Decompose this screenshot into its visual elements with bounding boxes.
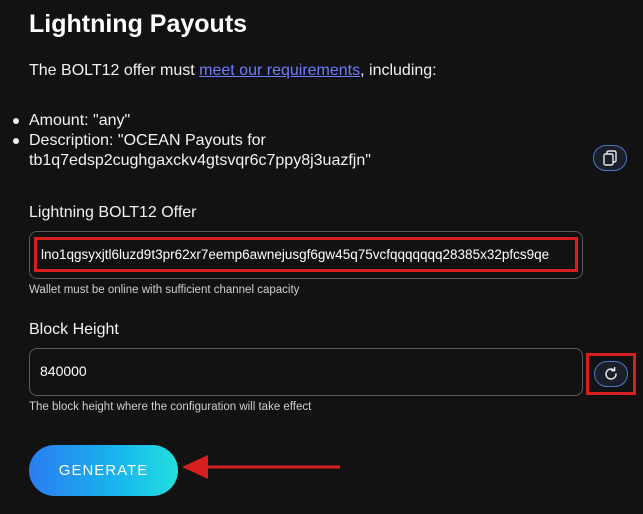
bullet-icon bbox=[13, 118, 19, 124]
intro-suffix: , including: bbox=[360, 62, 437, 79]
requirement-amount-text: Amount: "any" bbox=[29, 112, 131, 129]
refresh-icon bbox=[605, 366, 617, 380]
requirement-description-text: Description: "OCEAN Payouts for tb1q7eds… bbox=[29, 132, 371, 169]
refresh-highlight-box bbox=[586, 353, 636, 395]
intro-prefix: The BOLT12 offer must bbox=[29, 62, 200, 79]
requirement-description: Description: "OCEAN Payouts for tb1q7eds… bbox=[10, 131, 371, 171]
copy-icon bbox=[603, 150, 617, 166]
page-title: Lightning Payouts bbox=[29, 10, 248, 38]
offer-hint: Wallet must be online with sufficient ch… bbox=[29, 284, 300, 296]
block-height-hint: The block height where the configuration… bbox=[29, 401, 312, 413]
copy-description-button[interactable] bbox=[593, 145, 627, 171]
offer-highlight-box: lno1qgsyxjtl6luzd9t3pr62xr7eemp6awnejusg… bbox=[34, 237, 578, 272]
requirements-link[interactable]: meet our requirements bbox=[199, 62, 360, 79]
block-height-value: 840000 bbox=[40, 363, 87, 379]
requirements-list: Amount: "any" Description: "OCEAN Payout… bbox=[10, 111, 371, 171]
block-height-input[interactable]: 840000 bbox=[29, 348, 583, 396]
block-height-label: Block Height bbox=[29, 321, 119, 338]
bullet-icon bbox=[13, 138, 19, 144]
offer-input[interactable]: lno1qgsyxjtl6luzd9t3pr62xr7eemp6awnejusg… bbox=[29, 231, 583, 279]
requirement-amount: Amount: "any" bbox=[10, 111, 329, 131]
offer-label: Lightning BOLT12 Offer bbox=[29, 204, 197, 221]
offer-value: lno1qgsyxjtl6luzd9t3pr62xr7eemp6awnejusg… bbox=[41, 247, 550, 262]
requirements-intro: The BOLT12 offer must meet our requireme… bbox=[29, 62, 437, 80]
refresh-block-height-button[interactable] bbox=[594, 361, 628, 387]
arrow-left-icon bbox=[182, 455, 340, 479]
generate-button[interactable]: GENERATE bbox=[29, 445, 178, 496]
